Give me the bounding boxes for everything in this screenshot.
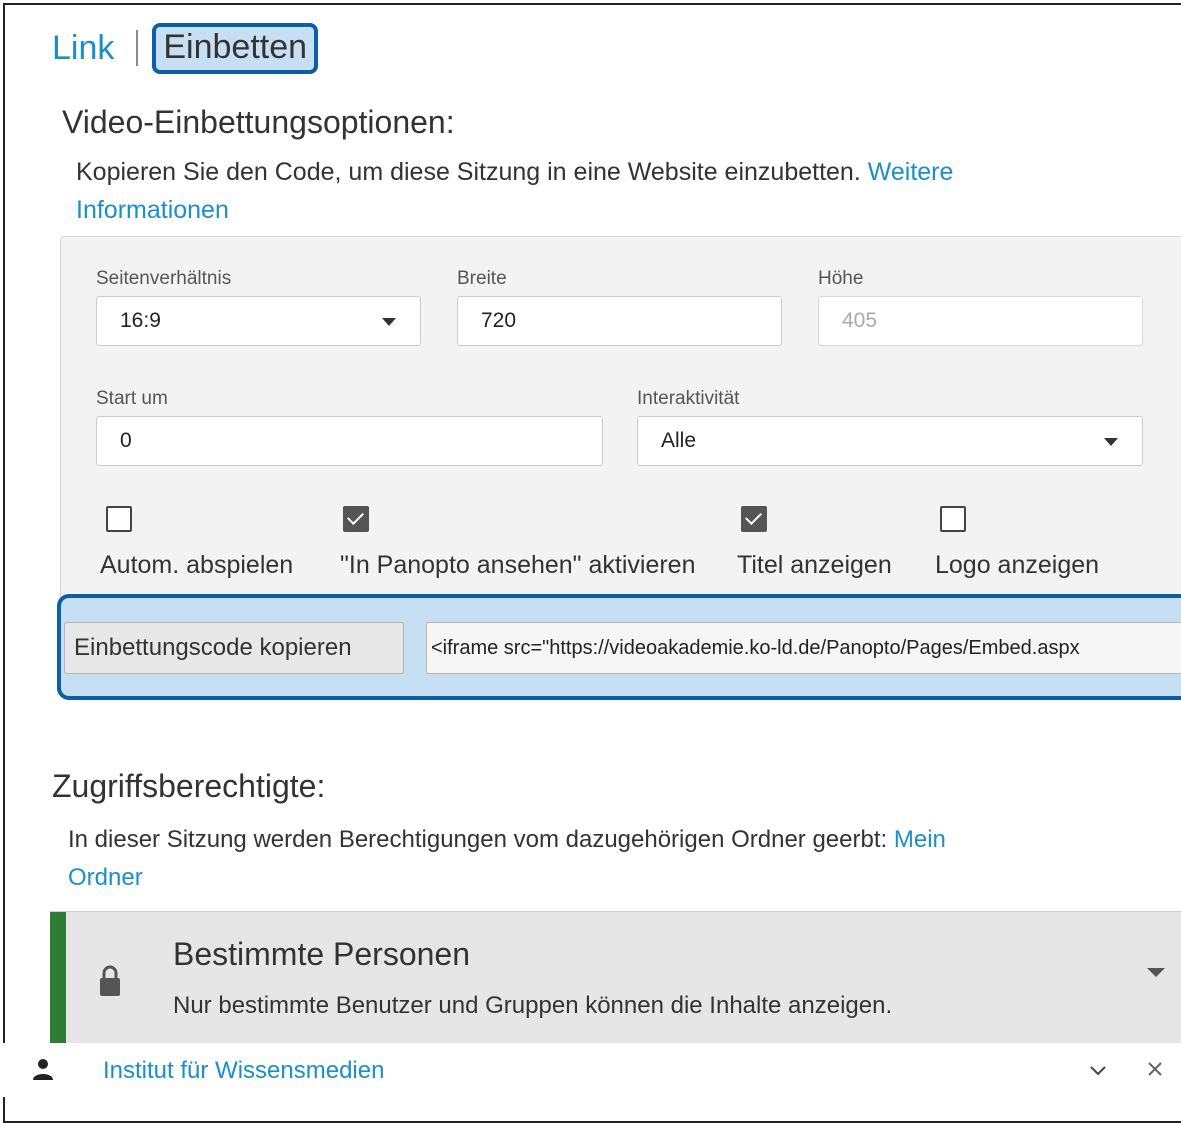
embed-code-field[interactable]: <iframe src="https://videoakademie.ko-ld… bbox=[426, 622, 1181, 674]
lock-icon bbox=[100, 965, 120, 996]
tab-link[interactable]: Link bbox=[52, 29, 114, 68]
copy-embed-code-button[interactable]: Einbettungscode kopieren bbox=[64, 622, 404, 674]
embed-options-heading: Video-Einbettungsoptionen: bbox=[62, 104, 455, 140]
user-row: Institut für Wissensmedien bbox=[0, 1043, 1181, 1097]
autoplay-checkbox[interactable] bbox=[106, 506, 132, 532]
share-tabs: Link Einbetten bbox=[52, 22, 319, 74]
start-label: Start um bbox=[96, 388, 168, 409]
width-label: Breite bbox=[457, 268, 507, 289]
aspect-ratio-label: Seitenverhältnis bbox=[96, 268, 232, 289]
aspect-ratio-select[interactable]: 16:9 bbox=[96, 296, 421, 346]
embed-description-text: Kopieren Sie den Code, um diese Sitzung … bbox=[76, 158, 861, 186]
watch-in-panopto-label: "In Panopto ansehen" aktivieren bbox=[340, 551, 696, 579]
interactivity-label: Interaktivität bbox=[637, 388, 740, 409]
caret-down-icon bbox=[382, 318, 396, 326]
tab-embed[interactable]: Einbetten bbox=[152, 22, 319, 74]
access-level-bar bbox=[50, 912, 66, 1043]
show-logo-label: Logo anzeigen bbox=[935, 551, 1100, 579]
access-level-select[interactable]: Bestimmte Personen Nur bestimmte Benutze… bbox=[50, 911, 1181, 1043]
access-description: In dieser Sitzung werden Berechtigungen … bbox=[68, 821, 1148, 897]
caret-down-icon bbox=[1147, 968, 1165, 977]
watch-in-panopto-checkbox[interactable] bbox=[343, 506, 369, 532]
interactivity-value: Alle bbox=[661, 429, 697, 452]
access-heading: Zugriffsberechtigte: bbox=[52, 768, 326, 804]
access-level-description: Nur bestimmte Benutzer und Gruppen könne… bbox=[173, 992, 893, 1019]
autoplay-label: Autom. abspielen bbox=[100, 551, 294, 579]
embed-description: Kopieren Sie den Code, um diese Sitzung … bbox=[76, 153, 1156, 229]
person-icon bbox=[33, 1059, 53, 1080]
start-input[interactable]: 0 bbox=[96, 416, 603, 466]
interactivity-select[interactable]: Alle bbox=[637, 416, 1143, 466]
user-name-link[interactable]: Institut für Wissensmedien bbox=[103, 1057, 384, 1085]
width-input[interactable]: 720 bbox=[457, 296, 782, 346]
aspect-ratio-value: 16:9 bbox=[120, 309, 161, 332]
close-icon[interactable] bbox=[1146, 1060, 1164, 1078]
show-title-checkbox[interactable] bbox=[741, 506, 767, 532]
access-level-title: Bestimmte Personen bbox=[173, 936, 471, 972]
chevron-down-icon[interactable] bbox=[1088, 1060, 1108, 1080]
show-logo-checkbox[interactable] bbox=[940, 506, 966, 532]
height-input: 405 bbox=[818, 296, 1143, 346]
height-label: Höhe bbox=[818, 268, 864, 289]
caret-down-icon bbox=[1104, 438, 1118, 446]
show-title-label: Titel anzeigen bbox=[737, 551, 892, 579]
tab-separator bbox=[136, 30, 139, 66]
access-description-text: In dieser Sitzung werden Berechtigungen … bbox=[68, 826, 888, 853]
